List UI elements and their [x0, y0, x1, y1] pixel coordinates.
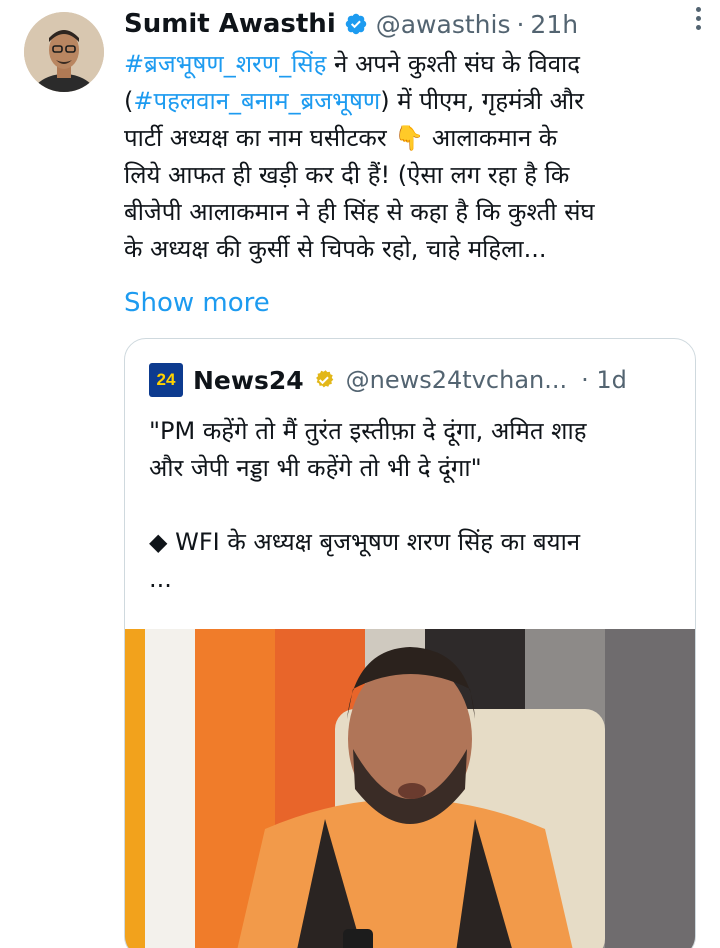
news24-logo[interactable]: 24 — [149, 363, 183, 397]
avatar-photo — [24, 12, 104, 92]
tweet-line-text: पार्टी अध्यक्ष का नाम घसीटकर — [124, 124, 395, 152]
quoted-bullet-line: ◆ WFI के अध्यक्ष बृजभूषण शरण सिंह का बया… — [149, 528, 581, 556]
author-avatar[interactable] — [24, 12, 104, 92]
tweet-line-prefix: ( — [124, 87, 134, 115]
quoted-media-image[interactable] — [125, 629, 695, 948]
tweet-text: #ब्रजभूषण_शरण_सिंह ने अपने कुश्ती संघ के… — [124, 46, 694, 268]
tweet-line-text: ने अपने कुश्ती संघ के विवाद — [326, 50, 581, 78]
quoted-author-name[interactable]: News24 — [193, 366, 304, 395]
tweet-line-text: आलाकमान के — [424, 124, 558, 152]
tweet-line: बीजेपी आलाकमान ने ही सिंह से कहा है कि क… — [124, 198, 595, 226]
tweet-line: के अध्यक्ष की कुर्सी से चिपके रहो, चाहे … — [124, 235, 547, 263]
author-name[interactable]: Sumit Awasthi — [124, 9, 336, 39]
tweet-line: पार्टी अध्यक्ष का नाम घसीटकर 👇 आलाकमान क… — [124, 120, 694, 157]
quoted-author-handle[interactable]: @news24tvchan... — [346, 366, 567, 394]
quoted-tweet-text: "PM कहेंगे तो मैं तुरंत इस्तीफ़ा दे दूंग… — [149, 413, 689, 598]
show-more-link[interactable]: Show more — [124, 288, 270, 318]
more-options-icon[interactable] — [684, 2, 712, 34]
quoted-tweet-card[interactable]: 24 News24 @news24tvchan... · 1d "PM कहें… — [124, 338, 696, 948]
quoted-tweet-time[interactable]: · 1d — [581, 366, 627, 394]
quoted-tweet-header: 24 News24 @news24tvchan... · 1d — [149, 363, 675, 397]
separator-dot: · — [516, 9, 525, 39]
tweet-header: Sumit Awasthi @awasthis · 21h — [124, 6, 700, 42]
quoted-line: "PM कहेंगे तो मैं तुरंत इस्तीफ़ा दे दूंग… — [149, 417, 587, 445]
verified-badge-icon — [345, 13, 366, 35]
tweet-line-text: ) में पीएम, गृहमंत्री और — [380, 87, 584, 115]
tweet-line: (#पहलवान_बनाम_ब्रजभूषण) में पीएम, गृहमंत… — [124, 83, 694, 120]
press-conference-photo — [125, 629, 695, 948]
tweet-time[interactable]: 21h — [530, 10, 578, 39]
quoted-ellipsis: ... — [149, 565, 172, 593]
tweet-line: #ब्रजभूषण_शरण_सिंह ने अपने कुश्ती संघ के… — [124, 46, 694, 83]
gold-verified-badge-icon — [315, 370, 333, 388]
quoted-line: और जेपी नड्डा भी कहेंगे तो भी दे दूंगा" — [149, 454, 482, 482]
tweet-line: लिये आफत ही खड़ी कर दी हैं! (ऐसा लग रहा … — [124, 161, 570, 189]
hashtag-link[interactable]: #पहलवान_बनाम_ब्रजभूषण — [133, 87, 380, 115]
hashtag-link[interactable]: #ब्रजभूषण_शरण_सिंह — [124, 50, 326, 78]
pointing-down-emoji-icon: 👇 — [394, 124, 425, 152]
author-handle[interactable]: @awasthis — [376, 10, 511, 39]
